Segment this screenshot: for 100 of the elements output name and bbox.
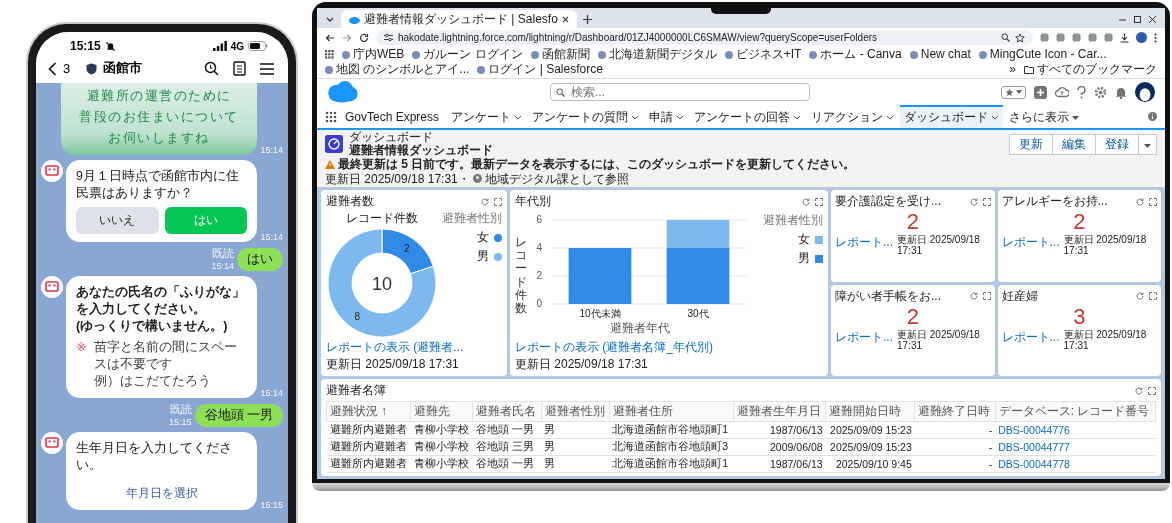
- reply-button[interactable]: いいえ: [76, 206, 159, 234]
- caret-icon: [1016, 90, 1022, 94]
- new-tab-icon[interactable]: [582, 15, 592, 24]
- record-link[interactable]: DBS-00044777: [998, 441, 1070, 454]
- record-link[interactable]: DBS-00044776: [998, 424, 1070, 437]
- column-header[interactable]: 避難者住所: [609, 401, 734, 422]
- nav-tab[interactable]: アンケートの質問: [528, 105, 644, 128]
- report-link[interactable]: レポートの表示 (避難者...: [326, 339, 464, 357]
- more-bookmarks-button[interactable]: »: [1009, 62, 1016, 77]
- bookmark-link[interactable]: ログイン | Salesforce: [488, 62, 603, 77]
- report-link[interactable]: レポートの表示 (避難者名簿_年代別): [515, 339, 713, 357]
- apps-grid-icon[interactable]: [325, 50, 334, 59]
- menu-icon[interactable]: [260, 62, 274, 75]
- column-header[interactable]: 避難開始日時: [825, 401, 915, 422]
- profile-avatar-icon[interactable]: [1136, 32, 1147, 43]
- chat-title: 函館市: [103, 60, 143, 77]
- nav-tab[interactable]: 申請: [645, 105, 689, 128]
- sort-mark: ↑: [381, 404, 387, 419]
- card-title: 年代別: [515, 193, 551, 211]
- table-cell: 1987/06/13: [733, 421, 826, 439]
- refresh-icon[interactable]: [969, 197, 978, 206]
- bookmark-link[interactable]: 庁内WEB: [353, 47, 405, 62]
- expand-icon[interactable]: [1148, 386, 1156, 395]
- maximize-icon[interactable]: [1133, 15, 1142, 24]
- cloud-logo-icon: [327, 81, 359, 103]
- nav-tab[interactable]: アンケート: [447, 105, 527, 128]
- address-field[interactable]: hakodate.lightning.force.com/lightning/r/Dashboard/01ZJ4000000LC6SMAW/view?queryScope=userFolders: [376, 30, 1033, 45]
- tab-list-icon[interactable]: [325, 15, 335, 24]
- settings-icon[interactable]: [1094, 85, 1107, 99]
- bookmark-link[interactable]: 地図 のシンボルとアイ...: [336, 62, 470, 77]
- column-header[interactable]: データベース: レコード番号: [995, 401, 1156, 422]
- column-header[interactable]: 避難状況 ↑: [326, 401, 411, 422]
- note-icon[interactable]: [233, 61, 246, 76]
- back-arrow-icon[interactable]: [325, 32, 335, 43]
- info-icon[interactable]: [1148, 112, 1157, 121]
- refresh-icon[interactable]: [969, 292, 978, 301]
- refresh-icon[interactable]: [802, 197, 810, 206]
- search-field[interactable]: 検索...: [550, 83, 810, 101]
- all-bookmarks-link[interactable]: すべてのブックマーク: [1037, 62, 1157, 77]
- cloud-upload-icon[interactable]: [1055, 86, 1069, 98]
- report-link[interactable]: レポート...: [835, 328, 893, 346]
- bookmark-link[interactable]: MingCute Icon - Car...: [989, 47, 1107, 62]
- zoom-icon[interactable]: [1001, 33, 1010, 42]
- expand-icon[interactable]: [1149, 197, 1157, 206]
- bookmark-link[interactable]: ホーム - Canva: [820, 47, 902, 62]
- back-icon[interactable]: [48, 61, 57, 76]
- report-link[interactable]: レポート...: [1001, 234, 1060, 252]
- bookmark-link[interactable]: ビジネス+IT: [735, 47, 802, 62]
- expand-icon[interactable]: [815, 197, 823, 206]
- header-button[interactable]: 編集: [1052, 133, 1096, 155]
- unread-count: 3: [63, 61, 71, 76]
- header-button[interactable]: 更新: [1009, 133, 1053, 155]
- star-icon[interactable]: [1015, 32, 1025, 43]
- notification-bell-icon[interactable]: [1115, 85, 1127, 99]
- updated-text: 更新日 2025/09/18 17:31: [326, 356, 459, 374]
- help-icon[interactable]: [1077, 85, 1086, 99]
- header-button[interactable]: 登録: [1095, 133, 1139, 155]
- expand-icon[interactable]: [982, 292, 991, 301]
- refresh-icon[interactable]: [481, 197, 489, 206]
- reload-icon[interactable]: [359, 32, 369, 43]
- site-settings-icon[interactable]: [384, 33, 393, 42]
- column-header[interactable]: 避難者生年月日: [733, 401, 826, 422]
- user-avatar-icon[interactable]: [1135, 82, 1155, 102]
- record-link[interactable]: DBS-00044778: [998, 458, 1070, 471]
- report-link[interactable]: レポート...: [1001, 328, 1060, 346]
- app-launcher-icon[interactable]: [325, 110, 337, 123]
- column-header[interactable]: 避難終了日時: [914, 401, 996, 422]
- dropdown-button[interactable]: [1138, 133, 1157, 155]
- favorites-button[interactable]: [1001, 85, 1026, 99]
- legend-title: 避難者性別: [763, 212, 823, 230]
- expand-icon[interactable]: [982, 197, 991, 206]
- more-nav-tab[interactable]: さらに表示: [1005, 105, 1084, 128]
- refresh-icon[interactable]: [1136, 197, 1144, 206]
- download-icon[interactable]: [1120, 32, 1129, 43]
- add-icon[interactable]: [1034, 85, 1047, 99]
- close-icon[interactable]: [1148, 15, 1157, 24]
- nav-tab[interactable]: アンケートの回答: [690, 105, 806, 128]
- report-link[interactable]: レポート...: [835, 234, 893, 252]
- nav-tab[interactable]: リアクション: [807, 105, 899, 128]
- date-picker-link[interactable]: 年月日を選択: [125, 484, 198, 502]
- bookmark-link[interactable]: ガルーン ログイン: [423, 47, 523, 62]
- table-cell: 男: [541, 455, 610, 473]
- browser-tab[interactable]: 避難者情報ダッシュボード | Salesfo: [341, 10, 577, 29]
- close-icon[interactable]: [561, 16, 569, 23]
- column-header[interactable]: 避難先: [410, 401, 473, 422]
- search-icon[interactable]: [204, 61, 219, 76]
- expand-icon[interactable]: [1149, 292, 1157, 301]
- more-icon[interactable]: [1154, 32, 1157, 43]
- bookmark-link[interactable]: New chat: [920, 47, 971, 62]
- nav-tab[interactable]: ダッシュボード: [900, 105, 1004, 128]
- bookmark-link[interactable]: 北海道新聞デジタル: [608, 47, 717, 62]
- refresh-icon[interactable]: [1135, 386, 1143, 395]
- expand-icon[interactable]: [494, 197, 502, 206]
- table-cell: 避難所内避難者: [326, 438, 411, 456]
- bookmark-link[interactable]: 函館新聞: [541, 47, 590, 62]
- column-header[interactable]: 避難者性別: [541, 401, 610, 422]
- refresh-icon[interactable]: [1136, 292, 1144, 301]
- column-header[interactable]: 避難者氏名: [472, 401, 542, 422]
- table-cell: 2025/09/09 15:23: [825, 438, 915, 456]
- forward-arrow-icon[interactable]: [342, 32, 352, 43]
